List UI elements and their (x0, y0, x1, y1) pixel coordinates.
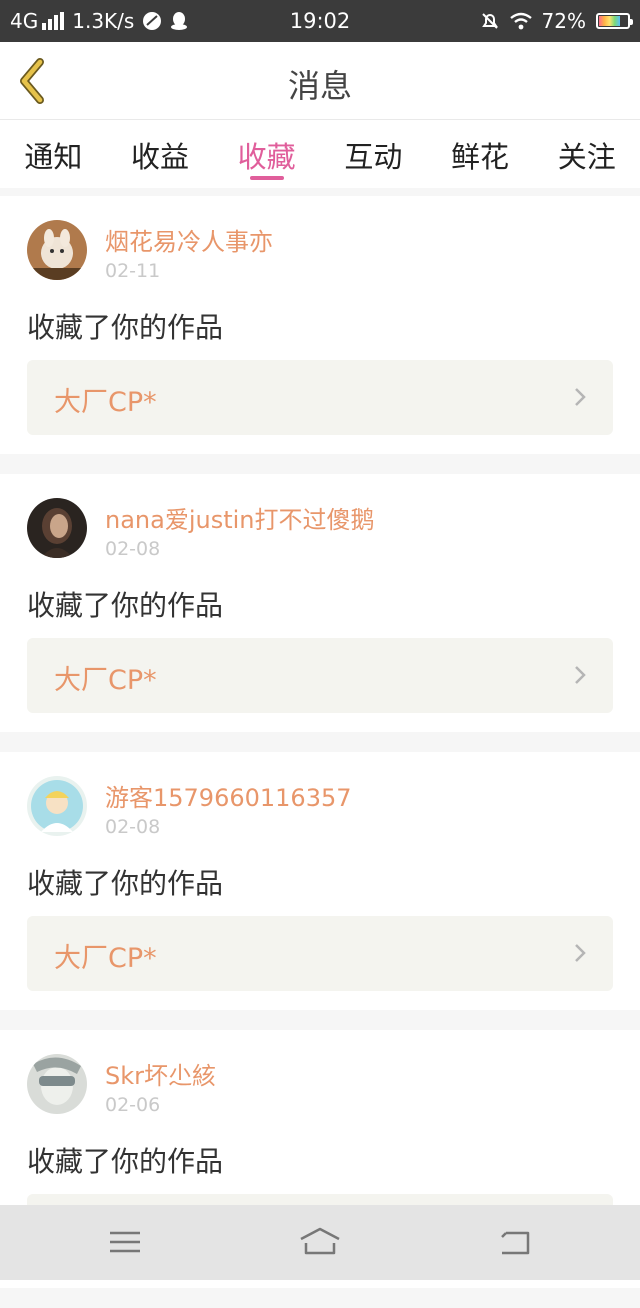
work-link[interactable]: 大厂CP* (27, 638, 613, 713)
chevron-right-icon (575, 388, 586, 406)
avatar[interactable] (27, 1054, 87, 1114)
mute-bell-icon (481, 13, 498, 29)
list-item: nana爱justin打不过傻鹅 02-08 收藏了你的作品 大厂CP* (0, 474, 640, 732)
page-title: 消息 (287, 67, 352, 105)
tab-notifications[interactable]: 通知 (0, 120, 107, 188)
battery-icon (596, 13, 633, 29)
avatar[interactable] (27, 498, 87, 558)
work-link[interactable]: 大厂CP* (27, 916, 613, 991)
tab-follows[interactable]: 关注 (533, 120, 640, 188)
action-text: 收藏了你的作品 (27, 1145, 224, 1178)
user-name[interactable]: nana爱justin打不过傻鹅 (105, 500, 375, 535)
date: 02-08 (105, 538, 161, 560)
tab-bar: 通知 收益 收藏 互动 鲜花 关注 (0, 120, 640, 188)
date: 02-06 (105, 1094, 161, 1116)
date: 02-11 (105, 260, 161, 282)
tab-interactions[interactable]: 互动 (320, 120, 427, 188)
home-icon[interactable] (298, 1225, 342, 1259)
avatar[interactable] (27, 776, 87, 836)
user-name[interactable]: 烟花易冷人事亦 (105, 222, 273, 257)
battery-percent: 72% (541, 9, 586, 33)
message-list: 烟花易冷人事亦 02-11 收藏了你的作品 大厂CP* nana爱justin打… (0, 196, 640, 1308)
chevron-right-icon (575, 666, 586, 684)
tab-flowers[interactable]: 鲜花 (427, 120, 534, 188)
action-text: 收藏了你的作品 (27, 589, 224, 622)
work-link[interactable]: 大厂CP* (27, 360, 613, 435)
work-title: 大厂CP* (54, 943, 157, 974)
tab-earnings[interactable]: 收益 (107, 120, 214, 188)
date: 02-08 (105, 816, 161, 838)
system-nav-bar (0, 1205, 640, 1280)
user-name[interactable]: Skr坏尐絯 (105, 1056, 216, 1091)
action-text: 收藏了你的作品 (27, 867, 224, 900)
action-text: 收藏了你的作品 (27, 311, 224, 344)
avatar[interactable] (27, 220, 87, 280)
status-bar: 4G 1.3K/s 19:02 72% (0, 0, 640, 42)
user-name[interactable]: 游客1579660116357 (105, 778, 352, 813)
menu-icon[interactable] (105, 1225, 145, 1259)
chevron-right-icon (575, 944, 586, 962)
tab-favorites[interactable]: 收藏 (213, 120, 320, 188)
back-icon[interactable] (496, 1225, 536, 1259)
list-item: 烟花易冷人事亦 02-11 收藏了你的作品 大厂CP* (0, 196, 640, 454)
work-title: 大厂CP* (54, 387, 157, 418)
wifi-icon (509, 12, 532, 30)
header: 消息 (0, 42, 640, 120)
list-item: 游客1579660116357 02-08 收藏了你的作品 大厂CP* (0, 752, 640, 1010)
work-title: 大厂CP* (54, 665, 157, 696)
